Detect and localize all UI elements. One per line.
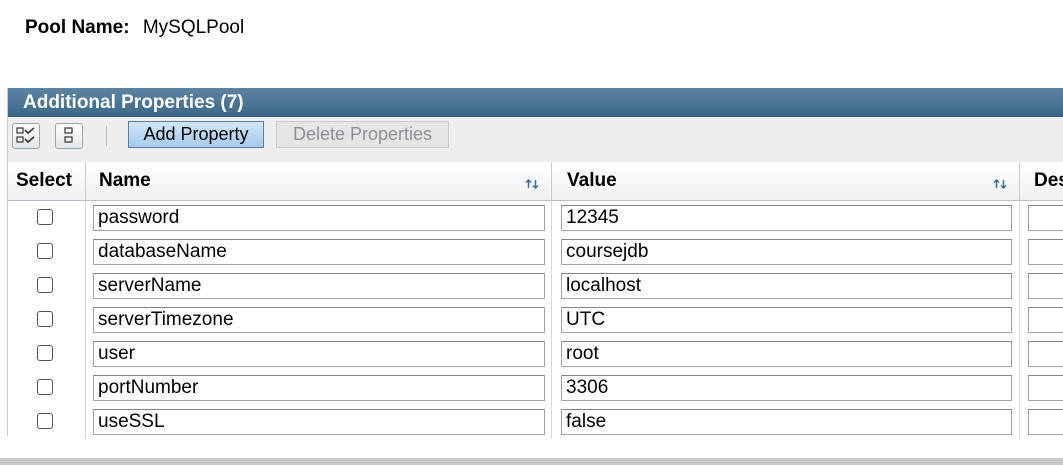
column-header-description: Des <box>1034 170 1063 191</box>
table-row: user root <box>8 337 1063 371</box>
table-row: password 12345 <box>8 201 1063 235</box>
column-header-name-label: Name <box>99 170 151 191</box>
table-header: Select Name Value Des <box>8 162 1063 201</box>
property-name-input[interactable]: serverName <box>93 273 545 299</box>
table-row: serverTimezone UTC <box>8 303 1063 337</box>
sort-icon[interactable] <box>993 178 1007 190</box>
property-description-input[interactable] <box>1028 239 1063 265</box>
row-select-checkbox[interactable] <box>37 277 53 293</box>
sort-icon[interactable] <box>525 178 539 190</box>
property-name-input[interactable]: portNumber <box>93 375 545 401</box>
table-row: portNumber 3306 <box>8 371 1063 405</box>
row-select-checkbox[interactable] <box>37 345 53 361</box>
pool-name-row: Pool Name: MySQLPool <box>25 17 244 39</box>
property-description-input[interactable] <box>1028 205 1063 231</box>
row-select-checkbox[interactable] <box>37 209 53 225</box>
column-header-value-label: Value <box>567 170 617 191</box>
pool-name-label: Pool Name: <box>25 17 130 38</box>
property-name-input[interactable]: password <box>93 205 545 231</box>
property-name-input[interactable]: databaseName <box>93 239 545 265</box>
add-property-button[interactable]: Add Property <box>128 121 264 148</box>
property-description-input[interactable] <box>1028 341 1063 367</box>
property-description-input[interactable] <box>1028 375 1063 401</box>
property-name-input[interactable]: useSSL <box>93 409 545 435</box>
deselect-all-icon[interactable] <box>55 123 83 149</box>
table-body: password 12345 databaseName coursejdb se… <box>8 201 1063 439</box>
property-name-input[interactable]: user <box>93 341 545 367</box>
column-header-value[interactable]: Value <box>552 162 1020 200</box>
table-row: serverName localhost <box>8 269 1063 303</box>
toolbar-separator <box>106 126 107 146</box>
panel-title: Additional Properties (7) <box>8 88 1063 117</box>
table-row: useSSL false <box>8 405 1063 439</box>
property-value-input[interactable]: UTC <box>561 307 1012 333</box>
property-description-input[interactable] <box>1028 273 1063 299</box>
delete-properties-button[interactable]: Delete Properties <box>276 121 449 148</box>
property-value-input[interactable]: 3306 <box>561 375 1012 401</box>
property-value-input[interactable]: localhost <box>561 273 1012 299</box>
column-header-select: Select <box>8 162 86 200</box>
property-value-input[interactable]: 12345 <box>561 205 1012 231</box>
column-header-name[interactable]: Name <box>86 162 552 200</box>
footer-bar <box>0 458 1063 465</box>
properties-table: Select Name Value Des password <box>8 162 1063 439</box>
additional-properties-panel: Additional Properties (7) Add Property D… <box>7 88 1063 439</box>
select-all-icon[interactable] <box>12 123 40 149</box>
row-select-checkbox[interactable] <box>37 379 53 395</box>
property-value-input[interactable]: root <box>561 341 1012 367</box>
row-select-checkbox[interactable] <box>37 413 53 429</box>
toolbar: Add Property Delete Properties <box>8 117 1063 163</box>
pool-name-value: MySQLPool <box>142 17 245 38</box>
row-select-checkbox[interactable] <box>37 311 53 327</box>
table-row: databaseName coursejdb <box>8 235 1063 269</box>
property-name-input[interactable]: serverTimezone <box>93 307 545 333</box>
property-description-input[interactable] <box>1028 307 1063 333</box>
row-select-checkbox[interactable] <box>37 243 53 259</box>
property-value-input[interactable]: coursejdb <box>561 239 1012 265</box>
property-description-input[interactable] <box>1028 409 1063 435</box>
property-value-input[interactable]: false <box>561 409 1012 435</box>
